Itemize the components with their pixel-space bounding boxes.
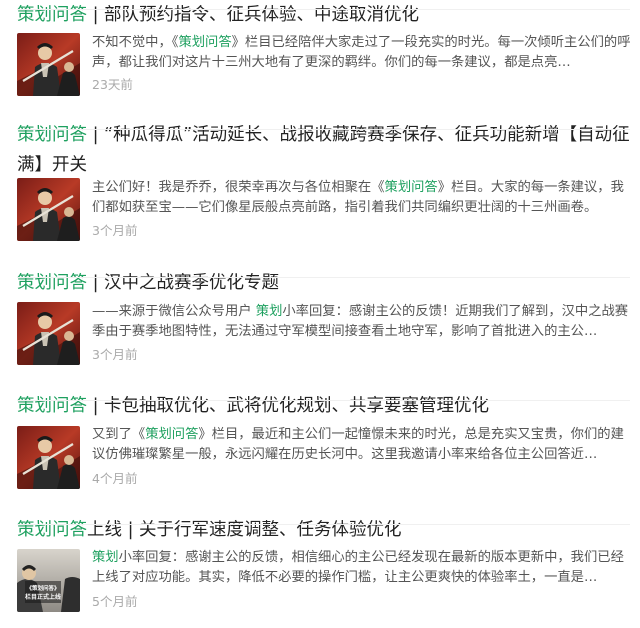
article-title[interactable]: 策划问答 | “种瓜得瓜”活动延长、战报收藏跨赛季保存、征兵功能新增【自动征满】… — [17, 120, 632, 180]
article-list: 策划问答 | 部队预约指令、征兵体验、中途取消优化 不知不觉中，《策划问答》栏目… — [0, 0, 640, 628]
general-portrait-thumbnail-icon[interactable] — [17, 33, 80, 96]
article-timestamp: 3个月前 — [92, 347, 138, 362]
article-summary: 又到了《策划问答》栏目，最近和主公们一起憧憬未来的时光，总是充实又宝贵，你们的建… — [92, 427, 624, 462]
article-timestamp: 5个月前 — [92, 594, 138, 609]
svg-text:栏目正式上线: 栏目正式上线 — [25, 593, 61, 601]
launch-poster-thumbnail-icon[interactable]: 《策划问答》 栏目正式上线 — [17, 549, 80, 612]
article-title[interactable]: 策划问答 | 汉中之战赛季优化专题 — [17, 268, 632, 298]
general-portrait-thumbnail-icon[interactable] — [17, 426, 80, 489]
general-portrait-thumbnail-icon[interactable] — [17, 178, 80, 241]
article-timestamp: 4个月前 — [92, 471, 138, 486]
general-portrait-thumbnail-icon[interactable] — [17, 302, 80, 365]
article-summary: 主公们好！我是乔乔，很荣幸再次与各位相聚在《策划问答》栏目。大家的每一条建议，我… — [92, 180, 624, 215]
article-timestamp: 3个月前 — [92, 223, 138, 238]
article-title[interactable]: 策划问答 | 部队预约指令、征兵体验、中途取消优化 — [17, 0, 632, 30]
article-summary: 不知不觉中，《策划问答》栏目已经陪伴大家走过了一段充实的时光。每一次倾听主公们的… — [92, 35, 631, 70]
svg-text:《策划问答》: 《策划问答》 — [26, 584, 59, 592]
article-title[interactable]: 策划问答上线 | 关于行军速度调整、任务体验优化 — [17, 515, 632, 545]
article-timestamp: 23天前 — [92, 77, 133, 92]
article-summary: 策划小率回复：感谢主公的反馈，相信细心的主公已经发现在最新的版本更新中，我们已经… — [92, 550, 624, 585]
article-summary: ——来源于微信公众号用户 策划小率回复：感谢主公的反馈！近期我们了解到，汉中之战… — [92, 304, 629, 339]
article-title[interactable]: 策划问答 | 卡包抽取优化、武将优化规划、共享要塞管理优化 — [17, 391, 632, 421]
